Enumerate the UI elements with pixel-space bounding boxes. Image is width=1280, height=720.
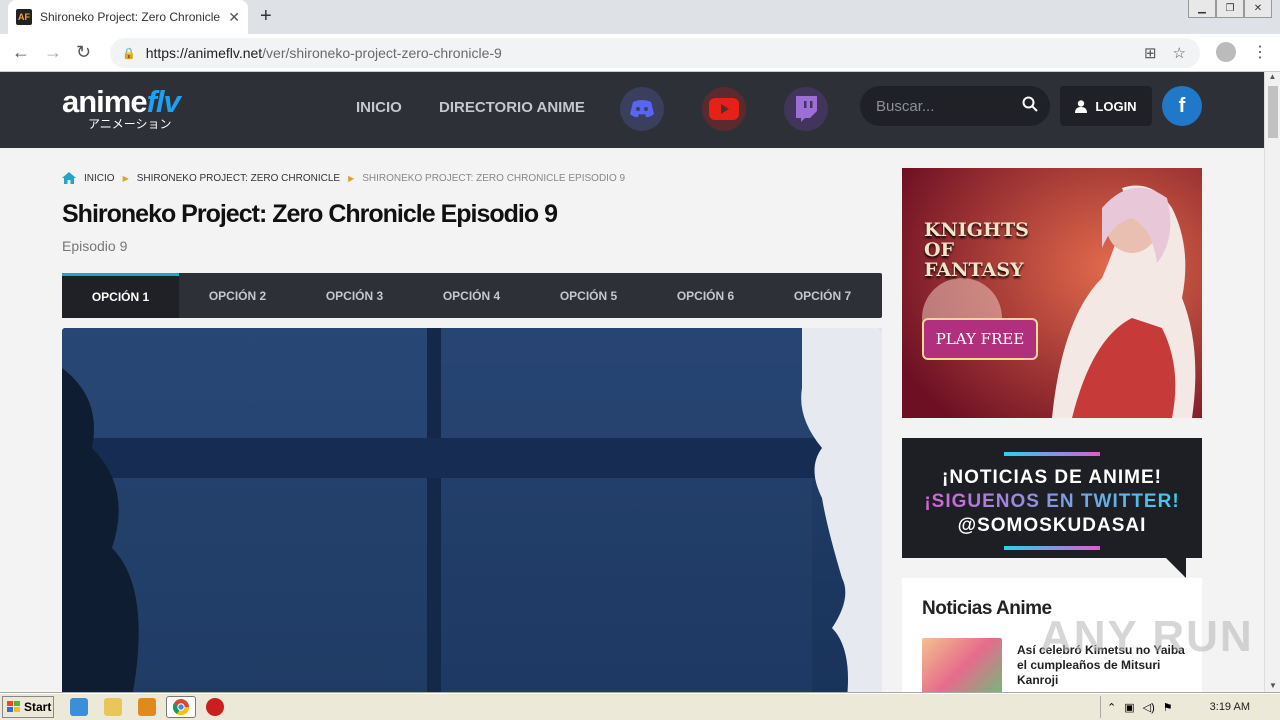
minimize-button[interactable]: ▁ (1188, 0, 1216, 18)
page-scrollbar[interactable]: ▲ ▼ (1264, 72, 1280, 692)
tab-close-icon[interactable]: ✕ (228, 9, 240, 26)
discord-icon[interactable] (620, 87, 664, 131)
browser-toolbar: ← → ↻ 🔒 https://animeflv.net/ver/shirone… (0, 34, 1280, 72)
network-icon[interactable]: ▣ (1124, 701, 1134, 714)
user-icon (1075, 99, 1088, 113)
page-viewport: animeflv アニメーション INICIO DIRECTORIO ANIME… (0, 72, 1264, 692)
banner-line-handle: @SOMOSKUDASAI (957, 515, 1147, 536)
banner-line-news: ¡NOTICIAS DE ANIME! (942, 467, 1162, 488)
breadcrumb-series[interactable]: SHIRONEKO PROJECT: ZERO CHRONICLE (137, 173, 340, 184)
ad-play-free-button[interactable]: PLAY FREE (922, 318, 1038, 360)
translate-icon[interactable]: ⊞ (1144, 44, 1157, 62)
news-heading: Noticias Anime (922, 598, 1052, 619)
facebook-icon[interactable]: f (1162, 86, 1202, 126)
breadcrumb-sep-icon: ▶ (122, 173, 129, 183)
forward-icon[interactable]: → (44, 42, 62, 63)
option-tab-4[interactable]: OPCIÓN 4 (413, 273, 530, 318)
banner-bar-top (1004, 452, 1100, 456)
chrome-icon (173, 699, 189, 715)
profile-avatar-icon[interactable] (1216, 42, 1236, 62)
antivirus-icon[interactable] (206, 698, 224, 716)
reload-icon[interactable]: ↻ (76, 42, 91, 63)
tab-title: Shironeko Project: Zero Chronicle Ep (40, 10, 220, 24)
chrome-taskbar-button[interactable] (166, 696, 196, 718)
browser-tabstrip: AF Shironeko Project: Zero Chronicle Ep … (0, 0, 1280, 34)
media-player-icon[interactable] (138, 698, 156, 716)
game-ad-banner[interactable]: KNIGHTS OF FANTASY PLAY FREE (902, 168, 1202, 418)
address-bar[interactable]: 🔒 https://animeflv.net/ver/shironeko-pro… (110, 38, 1200, 68)
nav-directorio-anime[interactable]: DIRECTORIO ANIME (439, 99, 585, 116)
window-close-button[interactable]: ✕ (1244, 0, 1272, 18)
lock-icon: 🔒 (122, 47, 136, 60)
scroll-down-icon[interactable]: ▼ (1269, 681, 1277, 690)
scrollbar-thumb[interactable] (1268, 86, 1278, 138)
option-tab-1[interactable]: OPCIÓN 1 (62, 273, 179, 318)
home-icon[interactable] (62, 172, 76, 184)
option-tab-7[interactable]: OPCIÓN 7 (764, 273, 881, 318)
ad-game-title: KNIGHTS OF FANTASY (924, 219, 1029, 281)
breadcrumb-home[interactable]: INICIO (84, 173, 115, 184)
login-button[interactable]: LOGIN (1060, 86, 1152, 126)
youtube-icon[interactable] (702, 87, 746, 131)
favicon-icon: AF (16, 9, 32, 25)
site-header: animeflv アニメーション INICIO DIRECTORIO ANIME… (0, 72, 1264, 148)
option-tab-3[interactable]: OPCIÓN 3 (296, 273, 413, 318)
anyrun-watermark: ANY RUN (1040, 612, 1254, 661)
page-title: Shironeko Project: Zero Chronicle Episod… (62, 200, 558, 228)
twitch-icon[interactable] (784, 87, 828, 131)
breadcrumb-sep-icon: ▶ (348, 173, 355, 183)
option-tab-6[interactable]: OPCIÓN 6 (647, 273, 764, 318)
banner-line-follow: ¡SIGUENOS EN TWITTER! (902, 490, 1202, 514)
bookmark-star-icon[interactable]: ☆ (1173, 44, 1186, 62)
search-icon[interactable] (1022, 96, 1038, 117)
banner-bar-bottom (1004, 546, 1100, 550)
server-options: OPCIÓN 1 OPCIÓN 2 OPCIÓN 3 OPCIÓN 4 OPCI… (62, 273, 882, 318)
flag-icon[interactable]: ⚑ (1163, 701, 1173, 714)
nav-inicio[interactable]: INICIO (356, 99, 402, 116)
twitter-banner[interactable]: ¡NOTICIAS DE ANIME! ¡SIGUENOS EN TWITTER… (902, 438, 1202, 578)
restore-button[interactable]: ❐ (1216, 0, 1244, 18)
search-input[interactable]: Buscar... (860, 86, 1050, 126)
ie-icon[interactable] (70, 698, 88, 716)
volume-icon[interactable]: ◁) (1143, 701, 1155, 714)
option-tab-5[interactable]: OPCIÓN 5 (530, 273, 647, 318)
windows-logo-icon (7, 701, 20, 712)
start-button[interactable]: Start (2, 696, 54, 718)
start-label: Start (24, 700, 52, 714)
browser-tab[interactable]: AF Shironeko Project: Zero Chronicle Ep … (8, 0, 248, 34)
window-controls: ▁ ❐ ✕ (1188, 0, 1272, 18)
system-tray: ⌃ ▣ ◁) ⚑ 3:19 AM (1100, 696, 1280, 718)
breadcrumb-current: SHIRONEKO PROJECT: ZERO CHRONICLE EPISOD… (362, 172, 626, 184)
news-thumbnail[interactable] (922, 638, 1002, 692)
menu-kebab-icon[interactable]: ⋮ (1252, 42, 1268, 62)
option-tab-2[interactable]: OPCIÓN 2 (179, 273, 296, 318)
scroll-up-icon[interactable]: ▲ (1265, 72, 1280, 81)
back-icon[interactable]: ← (12, 42, 30, 63)
login-label: LOGIN (1095, 98, 1137, 114)
site-logo[interactable]: animeflv アニメーション (62, 86, 181, 131)
os-taskbar: Start ⌃ ▣ ◁) ⚑ 3:19 AM (0, 693, 1280, 720)
banner-tail (1166, 558, 1186, 578)
clock: 3:19 AM (1209, 701, 1250, 713)
video-player[interactable] (62, 328, 882, 692)
new-tab-button[interactable]: + (260, 5, 272, 28)
episode-subtitle: Episodio 9 (62, 238, 128, 254)
search-placeholder: Buscar... (876, 97, 935, 115)
url-text: https://animeflv.net/ver/shironeko-proje… (145, 45, 502, 61)
breadcrumb: INICIO ▶ SHIRONEKO PROJECT: ZERO CHRONIC… (62, 172, 625, 184)
tray-arrow-icon[interactable]: ⌃ (1107, 701, 1116, 714)
explorer-icon[interactable] (104, 698, 122, 716)
